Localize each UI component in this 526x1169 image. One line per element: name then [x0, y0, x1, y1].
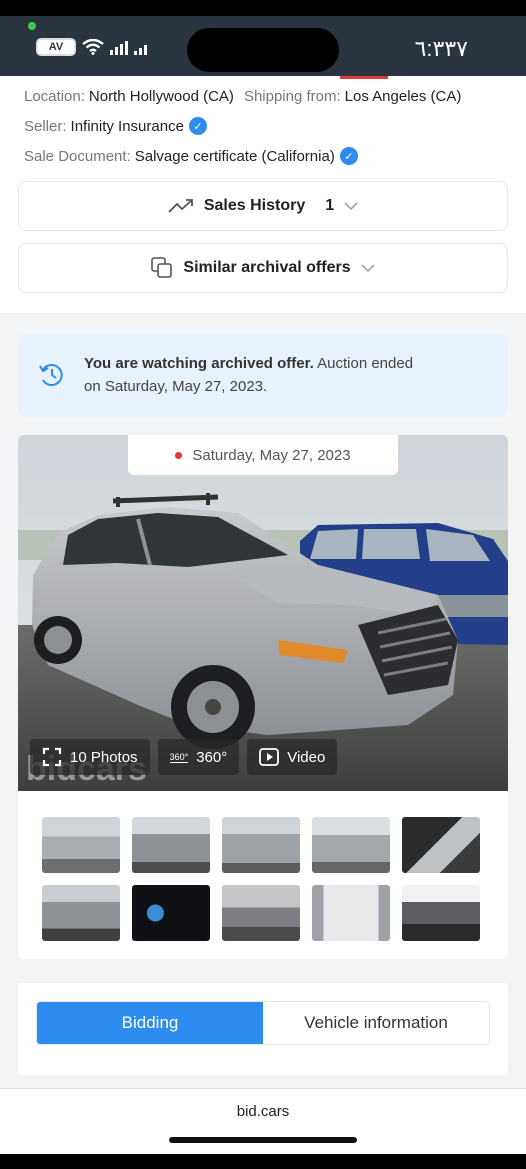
thumbnail-label-sticker[interactable] [312, 885, 390, 941]
location-value: North Hollywood (CA) [88, 88, 234, 105]
thumbnail-front-left[interactable] [42, 817, 120, 873]
chevron-down-icon [344, 202, 358, 210]
wifi-icon [82, 39, 104, 55]
similar-offers-button[interactable]: Similar archival offers [18, 243, 508, 293]
info-tabs-card: Bidding Vehicle information [18, 983, 508, 1075]
vehicle-photo: bidcars [18, 435, 508, 791]
accordion-group: Sales History 1 Similar archival offers [0, 181, 526, 313]
fullscreen-icon [42, 747, 62, 767]
signal-secondary-icon [134, 39, 147, 55]
auction-date-pill: Saturday, May 27, 2023 [128, 435, 398, 475]
thumbnail-front-damage[interactable] [132, 817, 210, 873]
archived-date: on Saturday, May 27, 2023. [84, 378, 268, 395]
seller-value: Infinity Insurance [70, 117, 184, 135]
chevron-down-icon [361, 264, 375, 272]
view-360-label: 360° [196, 748, 228, 766]
360-icon: 360° [169, 751, 189, 763]
video-button[interactable]: Video [247, 739, 338, 775]
tab-bar: Bidding Vehicle information [36, 1001, 490, 1045]
sale-document-label: Sale Document: [24, 147, 131, 165]
thumbnail-rear[interactable] [222, 817, 300, 873]
battery-label: AV [48, 41, 64, 53]
url-label[interactable]: bid.cars [0, 1103, 526, 1120]
copy-icon [151, 257, 173, 278]
thumbnail-front-left-damage[interactable] [42, 885, 120, 941]
archived-rest: Auction ended [313, 355, 414, 372]
thumbnail-dashboard[interactable] [132, 885, 210, 941]
recording-dot-icon [28, 22, 36, 30]
sales-history-label: Sales History [203, 197, 306, 214]
media-card: bidcars Saturday, May 27, 2023 10 Photos… [18, 435, 508, 959]
archived-notice: You are watching archived offer. Auction… [18, 333, 508, 417]
thumbnail-rear-seats[interactable] [222, 885, 300, 941]
verified-icon: ✓ [339, 147, 358, 165]
sale-document-row: Sale Document: Salvage certificate (Cali… [24, 147, 502, 165]
tab-vehicle-information[interactable]: Vehicle information [263, 1002, 489, 1044]
photos-label: 10 Photos [70, 748, 138, 766]
camera-notch [187, 28, 339, 72]
browser-bar: bid.cars [0, 1088, 526, 1154]
sales-history-button[interactable]: Sales History 1 [18, 181, 508, 231]
listing-page[interactable]: Location: North Hollywood (CA) Shipping … [0, 76, 526, 1088]
archived-message: You are watching archived offer. Auction… [84, 352, 413, 398]
auction-date: Saturday, May 27, 2023 [192, 446, 351, 464]
photos-button[interactable]: 10 Photos [30, 739, 150, 775]
trending-up-icon [168, 199, 193, 213]
battery-icon: AV [36, 38, 76, 56]
thumbnail-interior[interactable] [402, 817, 480, 873]
sales-history-count: 1 [325, 197, 335, 214]
location-label: Location: [24, 88, 85, 105]
thumbnail-grid [18, 791, 508, 941]
view-360-button[interactable]: 360° 360° [157, 739, 240, 775]
status-icons: AV [36, 38, 147, 56]
history-icon [39, 364, 63, 386]
play-icon [259, 748, 280, 766]
status-dot-icon [175, 451, 183, 459]
video-label: Video [287, 748, 326, 766]
shipping-label: Shipping from: [243, 88, 341, 105]
thumbnail-rear-right[interactable] [312, 817, 390, 873]
vehicle-details: Location: North Hollywood (CA) Shipping … [0, 76, 526, 181]
hero-photo[interactable]: bidcars Saturday, May 27, 2023 10 Photos… [18, 435, 508, 791]
tab-bidding[interactable]: Bidding [37, 1002, 263, 1044]
similar-offers-label: Similar archival offers [183, 259, 351, 276]
seller-label: Seller: [24, 117, 67, 135]
signal-icon [110, 39, 128, 55]
thumbnail-engine[interactable] [402, 885, 480, 941]
active-indicator [340, 76, 388, 79]
verified-icon: ✓ [188, 117, 207, 135]
archived-bold: You are watching archived offer. [84, 355, 314, 372]
shipping-value: Los Angeles (CA) [344, 88, 462, 105]
media-controls: 10 Photos 360° 360° Video [30, 739, 338, 775]
home-indicator[interactable] [169, 1137, 357, 1143]
status-time: ٦:٣٣٧ [414, 36, 468, 61]
seller-row: Seller: Infinity Insurance ✓ [24, 117, 502, 135]
location-row: Location: North Hollywood (CA) Shipping … [24, 88, 502, 105]
status-bar: AV ٦:٣٣٧ [0, 0, 526, 76]
sale-document-value: Salvage certificate (California) [134, 147, 335, 165]
